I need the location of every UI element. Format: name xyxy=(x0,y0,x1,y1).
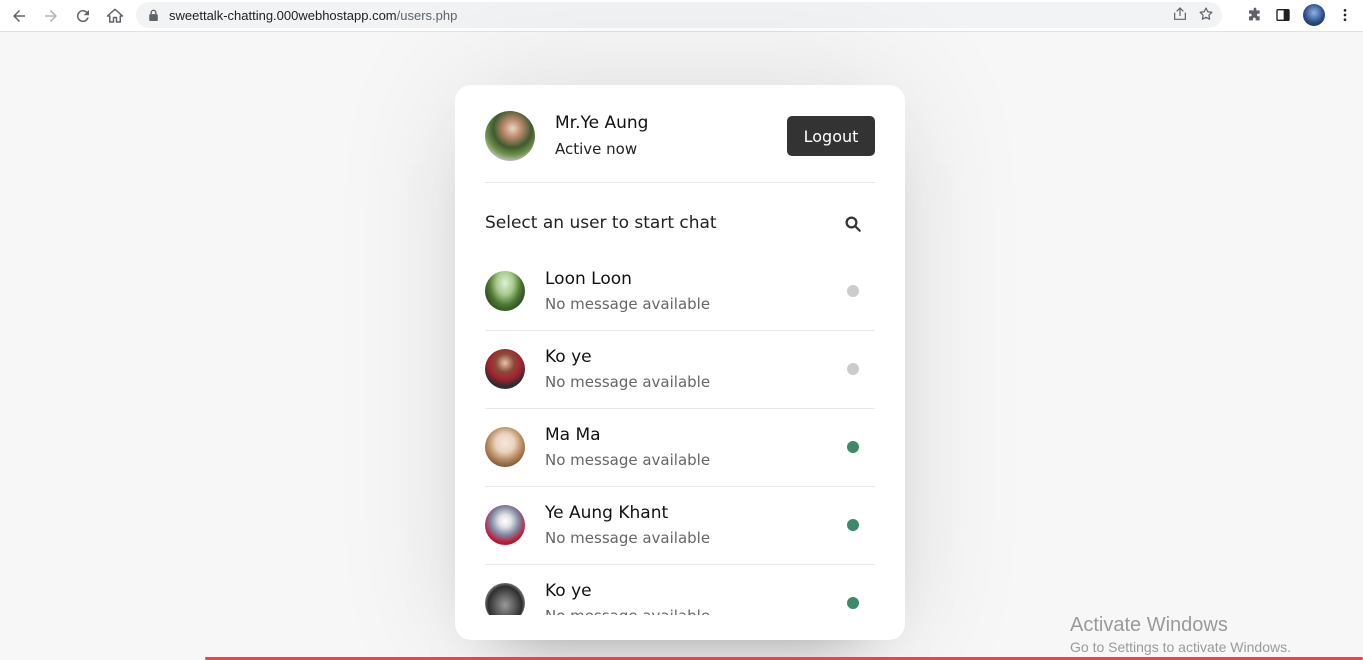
activate-windows-watermark: Activate Windows Go to Settings to activ… xyxy=(1070,614,1291,655)
user-name: Ye Aung Khant xyxy=(545,503,669,523)
status-dot xyxy=(847,441,859,453)
user-item[interactable]: Loon Loon No message available xyxy=(485,253,875,331)
reload-button[interactable] xyxy=(67,0,99,32)
user-item[interactable]: Ma Ma No message available xyxy=(485,409,875,487)
search-bar: Select an user to start chat xyxy=(485,210,875,240)
current-user-status: Active now xyxy=(555,140,638,158)
reload-icon xyxy=(76,9,89,22)
lock-icon xyxy=(148,9,159,21)
more-menu-icon[interactable] xyxy=(1337,7,1353,23)
home-button[interactable] xyxy=(99,0,131,32)
user-last-message: No message available xyxy=(545,373,711,391)
share-icon[interactable] xyxy=(1172,6,1188,22)
current-user-name: Mr.Ye Aung xyxy=(555,113,649,133)
users-list: Loon Loon No message available Ko ye No … xyxy=(485,253,875,615)
user-last-message: No message available xyxy=(545,451,711,469)
status-dot xyxy=(847,285,859,297)
status-dot xyxy=(847,519,859,531)
user-avatar xyxy=(485,271,525,311)
status-dot xyxy=(847,363,859,375)
user-last-message: No message available xyxy=(545,529,711,547)
home-icon xyxy=(106,8,124,23)
user-avatar xyxy=(485,427,525,467)
status-dot xyxy=(847,597,859,609)
profile-header: Mr.Ye Aung Active now Logout xyxy=(485,85,875,183)
user-name: Ma Ma xyxy=(545,425,601,445)
users-card: Mr.Ye Aung Active now Logout Select an u… xyxy=(455,85,905,640)
arrow-right-icon xyxy=(45,9,57,22)
watermark-subtitle: Go to Settings to activate Windows. xyxy=(1070,639,1291,655)
user-name: Ko ye xyxy=(545,347,592,367)
current-user-avatar xyxy=(485,111,535,161)
address-bar[interactable]: sweettalk-chatting.000webhostapp.com/use… xyxy=(136,2,1222,28)
watermark-title: Activate Windows xyxy=(1070,614,1228,636)
logout-button[interactable]: Logout xyxy=(787,116,875,156)
browser-toolbar: sweettalk-chatting.000webhostapp.com/use… xyxy=(0,0,1363,32)
side-panel-icon[interactable] xyxy=(1275,7,1291,23)
user-item[interactable]: Ko ye No message available xyxy=(485,565,875,615)
user-item[interactable]: Ko ye No message available xyxy=(485,331,875,409)
user-name: Loon Loon xyxy=(545,269,632,289)
user-avatar xyxy=(485,349,525,389)
profile-avatar-icon[interactable] xyxy=(1303,4,1325,26)
bookmark-star-icon[interactable] xyxy=(1198,6,1214,22)
user-avatar xyxy=(485,505,525,545)
extensions-puzzle-icon[interactable] xyxy=(1247,7,1263,23)
back-button[interactable] xyxy=(3,0,35,32)
search-button[interactable] xyxy=(841,212,865,236)
arrow-left-icon xyxy=(13,9,25,22)
user-last-message: No message available xyxy=(545,607,710,615)
forward-button[interactable] xyxy=(35,0,67,32)
user-avatar xyxy=(485,583,525,615)
search-prompt: Select an user to start chat xyxy=(485,213,717,233)
user-last-message: No message available xyxy=(545,295,711,313)
user-item[interactable]: Ye Aung Khant No message available xyxy=(485,487,875,565)
user-name: Ko ye xyxy=(545,581,592,601)
search-icon xyxy=(845,216,861,232)
url-text: sweettalk-chatting.000webhostapp.com/use… xyxy=(169,7,458,23)
